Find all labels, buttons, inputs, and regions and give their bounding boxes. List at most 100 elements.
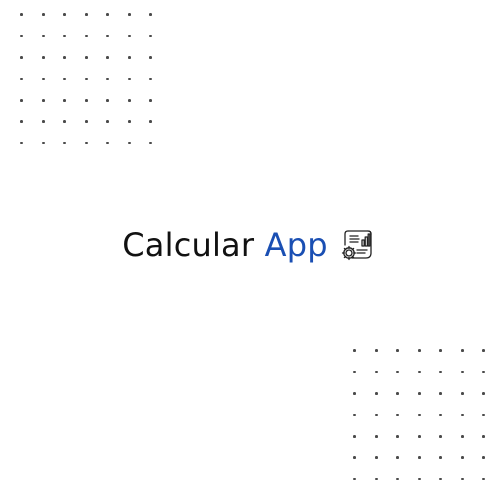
decorative-dot [41, 77, 45, 81]
decorative-dot [417, 434, 421, 438]
decorative-dot [106, 34, 110, 38]
decorative-dot [396, 370, 400, 374]
decorative-dot [84, 13, 88, 16]
decorative-dot [396, 392, 400, 395]
decorative-dot [149, 56, 153, 59]
decorative-dot [20, 120, 24, 123]
decorative-dot [41, 120, 45, 123]
decorative-dot [374, 434, 378, 438]
decorative-dot [482, 413, 486, 417]
decorative-dot [396, 456, 400, 459]
decorative-dot [439, 456, 443, 459]
decorative-dot [63, 56, 67, 59]
decorative-dot [396, 413, 400, 417]
decorative-dot [439, 392, 443, 395]
app-title-main: Calcular [122, 226, 255, 264]
decorative-dot [84, 34, 88, 38]
decorative-dot [396, 434, 400, 438]
decorative-dot [63, 13, 67, 16]
decorative-dot [127, 77, 131, 81]
decorative-dot [482, 392, 486, 395]
decorative-dot [439, 349, 443, 352]
decorative-dot [482, 456, 486, 459]
app-title-accent: App [264, 226, 328, 264]
decorative-dot [439, 477, 443, 481]
decorative-dot-grid-top [11, 4, 162, 154]
decorative-dot [374, 477, 378, 481]
decorative-dot [63, 98, 67, 102]
decorative-dot [127, 120, 131, 123]
decorative-dot [127, 34, 131, 38]
decorative-dot [417, 370, 421, 374]
splash-screen: Calcular App [0, 0, 500, 500]
decorative-dot [353, 456, 357, 459]
decorative-dot [20, 13, 24, 16]
decorative-dot [20, 141, 24, 145]
decorative-dot [353, 370, 357, 374]
decorative-dot [127, 56, 131, 59]
decorative-dot [106, 56, 110, 59]
decorative-dot [149, 77, 153, 81]
decorative-dot [460, 370, 464, 374]
decorative-dot [41, 56, 45, 59]
decorative-dot [20, 77, 24, 81]
decorative-dot [439, 370, 443, 374]
decorative-dot [353, 434, 357, 438]
decorative-dot [439, 434, 443, 438]
decorative-dot [84, 77, 88, 81]
decorative-dot [374, 456, 378, 459]
decorative-dot [149, 13, 153, 16]
decorative-dot [482, 477, 486, 481]
decorative-dot [106, 141, 110, 145]
decorative-dot [460, 477, 464, 481]
decorative-dot [63, 141, 67, 145]
decorative-dot [374, 349, 378, 352]
decorative-dot [127, 13, 131, 16]
decorative-dot [353, 392, 357, 395]
decorative-dot [353, 349, 357, 352]
decorative-dot [396, 349, 400, 352]
decorative-dot [417, 413, 421, 417]
decorative-dot [353, 477, 357, 481]
decorative-dot [106, 77, 110, 81]
decorative-dot [84, 120, 88, 123]
decorative-dot [149, 141, 153, 145]
decorative-dot [106, 120, 110, 123]
decorative-dot [63, 120, 67, 123]
decorative-dot [460, 349, 464, 352]
decorative-dot [417, 392, 421, 395]
decorative-dot [41, 34, 45, 38]
decorative-dot [417, 477, 421, 481]
decorative-dot [106, 13, 110, 16]
app-title: Calcular App [122, 229, 327, 261]
decorative-dot [20, 34, 24, 38]
decorative-dot [84, 141, 88, 145]
decorative-dot [460, 456, 464, 459]
decorative-dot [149, 98, 153, 102]
decorative-dot-grid-bottom [344, 340, 495, 490]
decorative-dot [374, 392, 378, 395]
decorative-dot [482, 349, 486, 352]
decorative-dot [460, 434, 464, 438]
decorative-dot [149, 34, 153, 38]
decorative-dot [41, 141, 45, 145]
decorative-dot [417, 456, 421, 459]
decorative-dot [127, 141, 131, 145]
calculator-report-gear-icon [338, 225, 378, 265]
decorative-dot [63, 77, 67, 81]
decorative-dot [460, 392, 464, 395]
decorative-dot [374, 413, 378, 417]
decorative-dot [20, 56, 24, 59]
decorative-dot [374, 370, 378, 374]
decorative-dot [149, 120, 153, 123]
decorative-dot [127, 98, 131, 102]
decorative-dot [396, 477, 400, 481]
decorative-dot [84, 56, 88, 59]
decorative-dot [460, 413, 464, 417]
decorative-dot [84, 98, 88, 102]
decorative-dot [41, 13, 45, 16]
decorative-dot [106, 98, 110, 102]
decorative-dot [20, 98, 24, 102]
decorative-dot [41, 98, 45, 102]
decorative-dot [482, 370, 486, 374]
